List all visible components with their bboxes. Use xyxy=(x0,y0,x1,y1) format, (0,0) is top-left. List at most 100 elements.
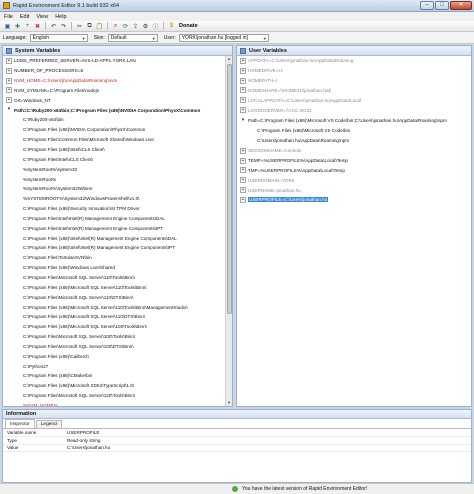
value-row[interactable]: C:\Program Files (x86)\Windows Live\Shar… xyxy=(3,263,232,273)
expand-icon[interactable]: + xyxy=(240,87,246,94)
value-row[interactable]: C:\Program Files\Common Files\Microsoft … xyxy=(3,135,232,145)
value-row[interactable]: C:\Program Files (x86)\CMake\bin xyxy=(3,371,232,381)
search-icon[interactable]: ⌕ xyxy=(111,22,120,31)
value-row[interactable]: C:\Program Files\TortoiseSVN\bin xyxy=(3,253,232,263)
add-variable-icon[interactable]: ✚ xyxy=(13,22,22,31)
tab-inspector[interactable]: Inspector xyxy=(5,419,35,428)
refresh-icon[interactable]: ⟳ xyxy=(121,22,130,31)
value-row[interactable]: C:\Program Files (x86)\Microsoft SQL Ser… xyxy=(3,282,232,292)
value-row[interactable]: C:\Program Files (x86)\Intel\iCLS Client… xyxy=(3,145,232,155)
variable-row[interactable]: + NVM_SYMLINK=C:\Program Files\nodejs xyxy=(3,86,232,96)
value-row[interactable]: C:\Program Files\Intel\Intel(R) Manageme… xyxy=(3,214,232,224)
expand-icon[interactable]: + xyxy=(240,187,246,194)
save-icon[interactable]: ▣ xyxy=(3,22,12,31)
language-select[interactable]: English ▼ xyxy=(29,33,88,42)
tab-legend[interactable]: Legend xyxy=(35,420,62,428)
variable-row[interactable]: + USERNAME=jonathan.hu xyxy=(237,185,471,195)
cut-icon[interactable]: ✂ xyxy=(75,22,84,31)
value-row[interactable]: C:\Program Files\Microsoft SQL Server\10… xyxy=(3,332,232,342)
value-row[interactable]: %SystemRoot% xyxy=(3,174,232,184)
variable-row[interactable]: + SESSIONNAME=Console xyxy=(237,146,471,156)
donate-icon[interactable]: $ xyxy=(167,22,176,31)
value-row[interactable]: %SystemRoot%\system32 xyxy=(3,164,232,174)
variable-row[interactable]: ▾ Path=C:\Ruby200-x64\bin;C:\Program File… xyxy=(3,105,232,115)
value-row[interactable]: C:\Program Files (x86)\Microsoft VS Code… xyxy=(237,126,471,136)
variable-row[interactable]: + USERPROFILE=C:\Users\jonathan.hu xyxy=(237,195,471,205)
expand-icon[interactable]: + xyxy=(240,67,246,74)
maximize-button[interactable]: □ xyxy=(435,1,449,10)
close-button[interactable]: ✕ xyxy=(450,1,472,10)
scroll-thumb[interactable] xyxy=(227,64,232,314)
value-row[interactable]: C:\Program Files (x86)\NVIDIA Corporatio… xyxy=(3,125,232,135)
variable-row[interactable]: ▾ Path=C:\Program Files (x86)\Microsoft V… xyxy=(237,115,471,126)
expand-icon[interactable]: + xyxy=(240,147,246,154)
undo-icon[interactable]: ↶ xyxy=(49,22,58,31)
expand-icon[interactable]: + xyxy=(240,196,246,203)
variable-row[interactable]: + LDMS_PREFERRED_SERVER=AVS-LD-APP1.YORK.… xyxy=(3,56,232,66)
value-row[interactable]: C:\Ruby200-x64\bin xyxy=(3,115,232,125)
expand-icon[interactable]: + xyxy=(6,57,12,64)
paste-icon[interactable]: 📋 xyxy=(95,22,104,31)
collapse-icon[interactable]: ▾ xyxy=(6,107,12,113)
scroll-up-icon[interactable]: ▲ xyxy=(226,56,232,62)
value-row[interactable]: C:\Program Files\Microsoft SQL Server\11… xyxy=(3,273,232,283)
skin-select[interactable]: Default ▼ xyxy=(107,33,158,42)
variable-row[interactable]: + LOCALAPPDATA=C:\Users\jonathan.hu\AppDa… xyxy=(237,95,471,105)
menu-view[interactable]: View xyxy=(36,14,48,20)
value-row[interactable]: C:\Program Files\Microsoft SQL Server\12… xyxy=(3,391,232,401)
value-row[interactable]: C:\Program Files (x86)\Calibre2\ xyxy=(3,351,232,361)
expand-icon[interactable]: + xyxy=(240,167,246,174)
variable-row[interactable]: + OS=Windows_NT xyxy=(3,95,232,105)
variable-row[interactable]: + USERDOMAIN=YORK xyxy=(237,175,471,185)
minimize-button[interactable]: – xyxy=(420,1,434,10)
expand-icon[interactable]: + xyxy=(6,77,12,84)
value-row[interactable]: C:\Program Files\Intel\Intel(R) Manageme… xyxy=(3,223,232,233)
info-icon[interactable]: ⓘ xyxy=(151,22,160,31)
copy-icon[interactable]: ⧉ xyxy=(85,22,94,31)
value-row[interactable]: C:\Program Files (x86)\Security Innovati… xyxy=(3,204,232,214)
menu-file[interactable]: File xyxy=(4,14,13,20)
scroll-down-icon[interactable]: ▼ xyxy=(226,400,232,406)
value-row[interactable]: C:\Program Files\Microsoft SQL Server\11… xyxy=(3,292,232,302)
variable-row[interactable]: + TEMP=%USERPROFILE%\AppData\Local\Temp xyxy=(237,156,471,166)
value-row[interactable]: %SYSTEMROOT%\System32\WindowsPowerShell\… xyxy=(3,194,232,204)
variable-row[interactable]: + HOMEDRIVE=H: xyxy=(237,66,471,76)
value-row[interactable]: C:\Program Files (x86)\Intel\Intel(R) Ma… xyxy=(3,243,232,253)
value-row[interactable]: C:\Program Files (x86)\Microsoft SQL Ser… xyxy=(3,322,232,332)
value-row[interactable]: C:\Program Files\Intel\iCLS Client\ xyxy=(3,154,232,164)
expand-icon[interactable]: + xyxy=(240,177,246,184)
donate-button[interactable]: Donate xyxy=(179,23,198,29)
value-row[interactable]: %NVM_HOME% xyxy=(3,401,232,406)
variable-row[interactable]: + NVM_HOME=C:\Users\jhu\AppData\Roaming\n… xyxy=(3,76,232,86)
value-row[interactable]: C:\Program Files\Microsoft SQL Server\10… xyxy=(3,341,232,351)
user-select[interactable]: YORK\jonathan.hu [logged in] ▼ xyxy=(178,33,269,42)
settings-icon[interactable]: ⚙ xyxy=(141,22,150,31)
value-row[interactable]: C:\Program Files (x86)\Microsoft SQL Ser… xyxy=(3,302,232,312)
value-row[interactable]: C:\Users\jonathan.hu\AppData\Roaming\npm xyxy=(237,136,471,146)
value-row[interactable]: %SystemRoot%\System32\Wbem xyxy=(3,184,232,194)
value-row[interactable]: C:\Program Files (x86)\Microsoft SDKs\Ty… xyxy=(3,381,232,391)
variable-row[interactable]: + APPDATA=C:\Users\jonathan.hu\AppData\Ro… xyxy=(237,56,471,66)
expand-icon[interactable]: + xyxy=(240,157,246,164)
menu-edit[interactable]: Edit xyxy=(20,14,29,20)
value-row[interactable]: C:\Program Files (x86)\Microsoft SQL Ser… xyxy=(3,312,232,322)
variable-row[interactable]: + HOMEPATH=\ xyxy=(237,76,471,86)
expand-icon[interactable]: + xyxy=(240,77,246,84)
menu-help[interactable]: Help xyxy=(55,14,66,20)
add-value-icon[interactable]: + xyxy=(23,22,32,31)
variable-row[interactable]: + LOGONSERVER=\\YCC-DC01 xyxy=(237,105,471,115)
delete-icon[interactable]: ✖ xyxy=(33,22,42,31)
expand-icon[interactable]: + xyxy=(6,97,12,104)
expand-icon[interactable]: + xyxy=(240,97,246,104)
redo-icon[interactable]: ↷ xyxy=(59,22,68,31)
expand-icon[interactable]: + xyxy=(240,107,246,114)
variable-row[interactable]: + HOMESHARE=\\HOME01\\jonathan.hu$ xyxy=(237,86,471,96)
export-icon[interactable]: ⇪ xyxy=(131,22,140,31)
collapse-icon[interactable]: ▾ xyxy=(240,117,246,124)
variable-row[interactable]: + TMP=%USERPROFILE%\AppData\Local\Temp xyxy=(237,165,471,175)
system-scrollbar[interactable]: ▲ ▼ xyxy=(225,56,232,406)
expand-icon[interactable]: + xyxy=(240,57,246,64)
variable-row[interactable]: + NUMBER_OF_PROCESSORS=8 xyxy=(3,66,232,76)
expand-icon[interactable]: + xyxy=(6,67,12,74)
value-row[interactable]: C:\Program Files (x86)\Intel\Intel(R) Ma… xyxy=(3,233,232,243)
